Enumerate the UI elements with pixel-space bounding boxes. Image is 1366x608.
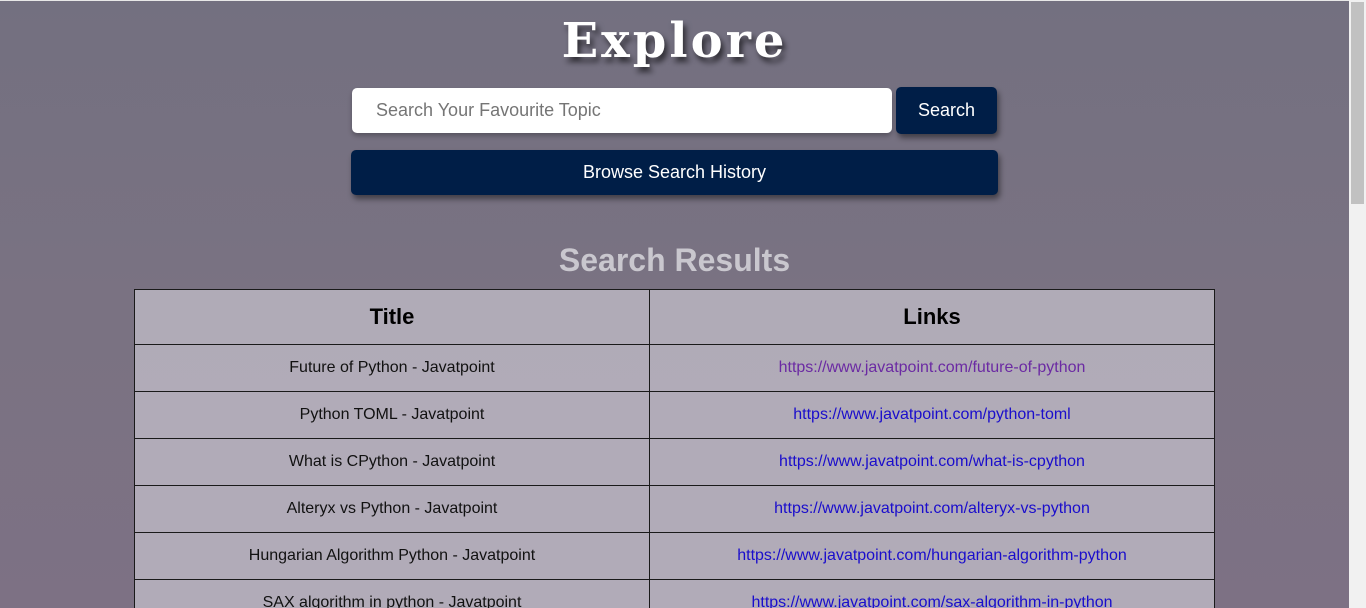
table-row: Python TOML - Javatpoint https://www.jav… [134, 391, 1215, 439]
result-link-cell: https://www.javatpoint.com/future-of-pyt… [649, 344, 1215, 392]
table-row: What is CPython - Javatpoint https://www… [134, 438, 1215, 486]
search-input[interactable] [352, 88, 892, 133]
result-link-cell: https://www.javatpoint.com/alteryx-vs-py… [649, 485, 1215, 533]
result-link[interactable]: https://www.javatpoint.com/python-toml [793, 406, 1070, 423]
table-header-row: Title Links [134, 289, 1215, 345]
result-title: SAX algorithm in python - Javatpoint [134, 579, 650, 608]
result-link[interactable]: https://www.javatpoint.com/hungarian-alg… [737, 547, 1127, 564]
result-title: Python TOML - Javatpoint [134, 391, 650, 439]
browse-history-button[interactable]: Browse Search History [351, 150, 998, 195]
scrollbar-thumb[interactable] [1351, 2, 1364, 204]
results-heading: Search Results [558, 242, 791, 278]
vertical-scrollbar[interactable] [1349, 0, 1366, 608]
column-header-title: Title [134, 289, 650, 345]
results-table: Title Links Future of Python - Javatpoin… [134, 289, 1215, 608]
column-header-links: Links [649, 289, 1215, 345]
result-link[interactable]: https://www.javatpoint.com/sax-algorithm… [751, 594, 1112, 608]
app-title: Explore [561, 13, 788, 69]
result-title: Alteryx vs Python - Javatpoint [134, 485, 650, 533]
table-row: SAX algorithm in python - Javatpoint htt… [134, 579, 1215, 608]
table-row: Future of Python - Javatpoint https://ww… [134, 344, 1215, 392]
page-content: Explore Search Browse Search History Sea… [0, 0, 1349, 608]
result-title: Hungarian Algorithm Python - Javatpoint [134, 532, 650, 580]
result-link-cell: https://www.javatpoint.com/python-toml [649, 391, 1215, 439]
result-link[interactable]: https://www.javatpoint.com/what-is-cpyth… [779, 453, 1085, 470]
result-title: What is CPython - Javatpoint [134, 438, 650, 486]
search-button[interactable]: Search [896, 87, 997, 134]
result-link-cell: https://www.javatpoint.com/what-is-cpyth… [649, 438, 1215, 486]
result-link[interactable]: https://www.javatpoint.com/alteryx-vs-py… [774, 500, 1090, 517]
result-link-cell: https://www.javatpoint.com/sax-algorithm… [649, 579, 1215, 608]
result-link[interactable]: https://www.javatpoint.com/future-of-pyt… [779, 359, 1086, 376]
table-row: Hungarian Algorithm Python - Javatpoint … [134, 532, 1215, 580]
table-row: Alteryx vs Python - Javatpoint https://w… [134, 485, 1215, 533]
result-title: Future of Python - Javatpoint [134, 344, 650, 392]
result-link-cell: https://www.javatpoint.com/hungarian-alg… [649, 532, 1215, 580]
